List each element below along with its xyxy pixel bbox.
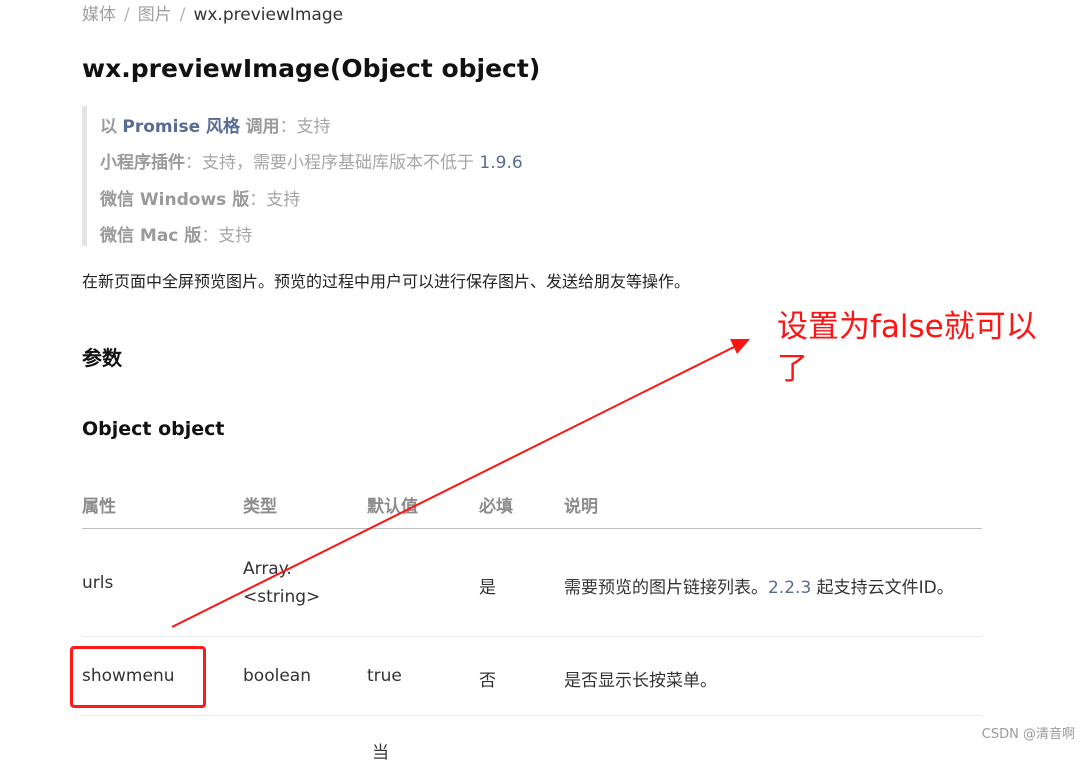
cell-description-text: 需要预览的图片链接列表。 bbox=[564, 578, 768, 598]
cell-description-suffix: 起支持云文件ID。 bbox=[811, 578, 954, 598]
support-windows-label: 微信 Windows 版 bbox=[100, 190, 250, 210]
support-promise-suffix: 调用 bbox=[245, 117, 280, 137]
api-description: 在新页面中全屏预览图片。预览的过程中用户可以进行保存图片、发送给朋友等操作。 bbox=[82, 272, 691, 291]
cell-type-line2: <string> bbox=[243, 587, 321, 607]
promise-style-link[interactable]: Promise 风格 bbox=[122, 117, 240, 137]
cell-description: 需要预览的图片链接列表。2.2.3 起支持云文件ID。 bbox=[564, 573, 954, 598]
support-plugin-label: 小程序插件 bbox=[100, 153, 185, 173]
breadcrumb-separator: / bbox=[179, 5, 186, 25]
cell-default: true bbox=[367, 666, 402, 686]
annotation-note: 设置为false就可以了 bbox=[777, 309, 1037, 387]
object-heading: Object object bbox=[82, 418, 225, 440]
column-header-required: 必填 bbox=[479, 497, 513, 517]
table-header-divider bbox=[82, 528, 982, 529]
breadcrumb: 媒体 / 图片 / wx.previewImage bbox=[82, 0, 343, 25]
watermark: CSDN @清音啊 bbox=[981, 727, 1075, 742]
breadcrumb-current: wx.previewImage bbox=[193, 5, 344, 25]
version-link[interactable]: 2.2.3 bbox=[768, 578, 811, 598]
partially-visible-text: 当 bbox=[372, 743, 389, 763]
table-row-divider bbox=[82, 715, 982, 716]
support-promise-value: ：支持 bbox=[279, 117, 331, 137]
support-windows-value: ：支持 bbox=[249, 190, 301, 210]
annotation-highlight-box bbox=[70, 646, 206, 708]
page-title: wx.previewImage(Object object) bbox=[82, 54, 541, 83]
table-row-divider bbox=[82, 636, 982, 637]
cell-property: urls bbox=[82, 573, 114, 593]
support-plugin-value: ：支持，需要小程序基础库版本不低于 bbox=[185, 153, 480, 173]
support-windows: 微信 Windows 版：支持 bbox=[100, 185, 300, 210]
cell-required: 是 bbox=[479, 578, 496, 598]
support-info-block: 以 Promise 风格 调用：支持 小程序插件：支持，需要小程序基础库版本不低… bbox=[82, 106, 787, 246]
breadcrumb-separator: / bbox=[124, 5, 130, 25]
support-mac-label: 微信 Mac 版 bbox=[100, 226, 202, 246]
cell-type: boolean bbox=[243, 666, 311, 686]
support-mac: 微信 Mac 版：支持 bbox=[100, 221, 252, 246]
support-mac-value: ：支持 bbox=[201, 226, 253, 246]
support-promise: 以 Promise 风格 调用：支持 bbox=[100, 112, 330, 137]
cell-required: 否 bbox=[479, 671, 496, 691]
column-header-type: 类型 bbox=[243, 497, 277, 517]
annotation-arrow-head bbox=[730, 339, 750, 354]
breadcrumb-media[interactable]: 媒体 bbox=[82, 5, 116, 25]
breadcrumb-image[interactable]: 图片 bbox=[138, 5, 172, 25]
support-plugin: 小程序插件：支持，需要小程序基础库版本不低于 1.9.6 bbox=[100, 148, 523, 173]
cell-type: Array. bbox=[243, 559, 292, 579]
params-heading: 参数 bbox=[82, 346, 122, 370]
support-plugin-version-link[interactable]: 1.9.6 bbox=[479, 153, 522, 173]
column-header-property: 属性 bbox=[82, 497, 116, 517]
column-header-default: 默认值 bbox=[367, 497, 418, 517]
support-promise-prefix: 以 bbox=[100, 117, 117, 137]
cell-description: 是否显示长按菜单。 bbox=[564, 671, 717, 691]
column-header-description: 说明 bbox=[564, 497, 598, 517]
